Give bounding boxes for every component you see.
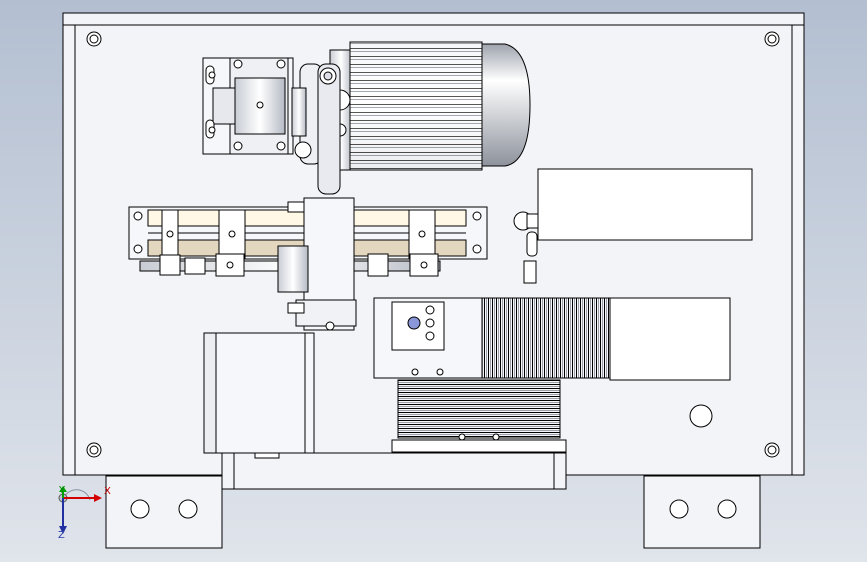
right-mounting-foot: [643, 475, 761, 549]
lower-left-motor: [203, 332, 315, 454]
left-mounting-foot: [105, 475, 223, 549]
bottom-base-block: [221, 452, 567, 490]
triad-z-label: Z: [58, 530, 65, 541]
triad-x-label: X: [104, 486, 111, 497]
cad-viewport[interactable]: X Y Z: [0, 0, 867, 562]
plate-hole: [689, 404, 713, 428]
upper-right-housing: [537, 168, 753, 241]
electric-motor: [329, 41, 531, 171]
cad-drawing: [0, 0, 867, 562]
motor-mount-bracket: [202, 57, 294, 155]
triad-y-label: Y: [59, 485, 66, 496]
